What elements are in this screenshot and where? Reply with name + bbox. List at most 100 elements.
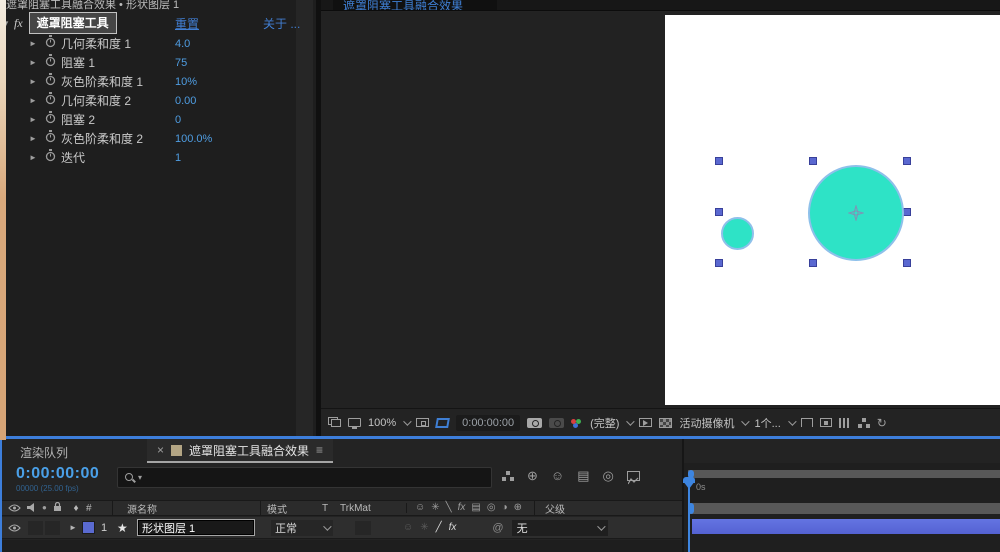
video-eye-icon[interactable] <box>8 499 21 517</box>
layer-quality-toggle[interactable]: ╱ <box>436 523 442 533</box>
preserve-transparency-column[interactable]: T <box>322 503 340 514</box>
selection-handle[interactable] <box>715 208 723 216</box>
layer-row[interactable]: ► 1 ★ 形状图层 1 正常 ☺ ✳ ╱ fx @ 无 <box>2 517 684 539</box>
property-value[interactable]: 0.00 <box>175 95 196 107</box>
grid-guides-icon[interactable] <box>801 418 813 427</box>
composition-tab[interactable]: 遮罩阻塞工具融合效果 <box>333 0 497 11</box>
parent-dropdown[interactable]: 无 <box>512 520 608 536</box>
preview-monitor-icon[interactable] <box>348 418 361 427</box>
3d-layer-column-icon[interactable]: ⊕ <box>514 503 522 513</box>
histogram-icon[interactable] <box>839 418 851 428</box>
camera-chevron-icon[interactable] <box>742 417 750 425</box>
expand-icon[interactable]: ► <box>27 77 39 86</box>
camera-view-value[interactable]: 活动摄像机 <box>679 415 734 431</box>
snapshot-camera-icon[interactable] <box>527 418 542 428</box>
mini-flowchart-icon[interactable] <box>502 471 514 481</box>
mode-column[interactable]: 模式 <box>260 501 322 516</box>
layer-duration-bar[interactable] <box>692 519 1000 534</box>
source-name-column[interactable]: 源名称 <box>112 501 260 516</box>
magnification-value[interactable]: 100% <box>368 417 396 429</box>
selection-handle[interactable] <box>903 157 911 165</box>
quality-column-icon[interactable]: ╲ <box>446 503 452 513</box>
property-value[interactable]: 1 <box>175 152 181 164</box>
show-channels-icon[interactable] <box>571 418 583 428</box>
label-column-icon[interactable]: ♦ <box>66 503 86 514</box>
show-snapshot-icon[interactable] <box>549 418 564 428</box>
region-of-interest-icon[interactable] <box>435 418 450 428</box>
layer-shy-toggle[interactable]: ☺ <box>403 523 413 533</box>
expand-icon[interactable]: ► <box>27 39 39 48</box>
reset-button[interactable]: 重置 <box>175 15 199 32</box>
view-count-chevron-icon[interactable] <box>788 417 796 425</box>
hide-shy-layers-icon[interactable]: ☺ <box>551 469 564 482</box>
trkmat-cell[interactable] <box>355 521 371 535</box>
transparency-grid-icon[interactable] <box>659 418 672 428</box>
effect-name[interactable]: 遮罩阻塞工具 <box>29 12 117 34</box>
reset-exposure-icon[interactable]: ↻ <box>877 417 887 429</box>
selection-handle[interactable] <box>903 208 911 216</box>
selection-handle[interactable] <box>809 157 817 165</box>
frame-blending-icon[interactable]: ▤ <box>577 469 589 482</box>
lock-icon[interactable] <box>53 499 62 517</box>
composition-viewer[interactable] <box>321 12 1000 408</box>
parent-column[interactable]: 父级 <box>534 501 684 516</box>
safe-margins-icon[interactable] <box>416 418 429 427</box>
fast-preview-icon[interactable] <box>639 418 652 427</box>
composition-canvas[interactable] <box>665 15 1000 405</box>
view-count-value[interactable]: 1个... <box>754 415 780 431</box>
audio-speaker-icon[interactable] <box>27 499 36 517</box>
property-value[interactable]: 10% <box>175 76 197 88</box>
adjustment-layer-column-icon[interactable]: ◑ <box>502 503 508 513</box>
magnification-chevron-icon[interactable] <box>403 417 411 425</box>
selection-handle[interactable] <box>715 259 723 267</box>
expand-icon[interactable]: ► <box>27 153 39 162</box>
stopwatch-icon[interactable] <box>45 35 56 53</box>
graph-editor-icon[interactable] <box>627 471 640 481</box>
preview-timecode[interactable]: 0:00:00:00 <box>456 415 520 431</box>
frame-blend-column-icon[interactable]: ▤ <box>471 503 480 513</box>
motion-blur-column-icon[interactable]: ◎ <box>487 503 496 513</box>
stopwatch-icon[interactable] <box>45 130 56 148</box>
timeline-navigator-bar[interactable] <box>688 503 1000 514</box>
layer-visibility-eye-icon[interactable] <box>8 519 28 537</box>
property-value[interactable]: 4.0 <box>175 38 190 50</box>
expand-icon[interactable]: ► <box>27 134 39 143</box>
stopwatch-icon[interactable] <box>45 111 56 129</box>
collapse-column-icon[interactable]: ✳ <box>431 503 439 513</box>
selection-handle[interactable] <box>809 259 817 267</box>
expand-icon[interactable]: ► <box>27 96 39 105</box>
stopwatch-icon[interactable] <box>45 73 56 91</box>
layer-collapse-toggle[interactable]: ✳ <box>420 523 428 533</box>
layer-effects-toggle[interactable]: fx <box>449 523 457 533</box>
flowchart-icon[interactable] <box>858 418 870 428</box>
work-area-bar[interactable] <box>688 470 1000 478</box>
about-button[interactable]: 关于 ... <box>263 15 300 32</box>
shape-circle-small[interactable] <box>721 217 754 250</box>
blend-mode-dropdown[interactable]: 正常 <box>271 520 333 536</box>
parent-pick-whip-icon[interactable]: @ <box>492 522 503 534</box>
layer-label-chip[interactable] <box>82 521 95 534</box>
stopwatch-icon[interactable] <box>45 54 56 72</box>
number-column-icon[interactable]: # <box>86 503 112 514</box>
expand-icon[interactable]: ► <box>27 115 39 124</box>
timeline-search-input[interactable]: ▾ <box>117 467 492 488</box>
layer-av-cells[interactable] <box>28 521 64 535</box>
motion-blur-icon[interactable]: ◎ <box>602 469 613 482</box>
close-tab-icon[interactable]: × <box>157 443 164 457</box>
effects-column-icon[interactable]: fx <box>458 503 466 513</box>
fx-icon[interactable]: fx <box>14 16 23 31</box>
playhead-line[interactable] <box>688 481 690 552</box>
exposure-adjust-icon[interactable] <box>820 418 832 427</box>
anchor-point-icon[interactable] <box>848 205 864 226</box>
property-value[interactable]: 100.0% <box>175 133 212 145</box>
composition-timeline-tab[interactable]: × 遮罩阻塞工具融合效果 ≡ <box>147 439 333 463</box>
current-timecode[interactable]: 0:00:00:00 <box>16 465 99 483</box>
resolution-value[interactable]: (完整) <box>590 415 619 431</box>
draft-3d-icon[interactable]: ⊕ <box>527 469 538 482</box>
layer-expand-icon[interactable]: ► <box>64 523 82 532</box>
trkmat-column[interactable]: TrkMat <box>340 503 406 514</box>
view-layout-icon[interactable] <box>331 419 341 427</box>
render-queue-tab[interactable]: 渲染队列 <box>20 444 68 461</box>
playhead-marker[interactable] <box>683 481 695 489</box>
selection-handle[interactable] <box>903 259 911 267</box>
